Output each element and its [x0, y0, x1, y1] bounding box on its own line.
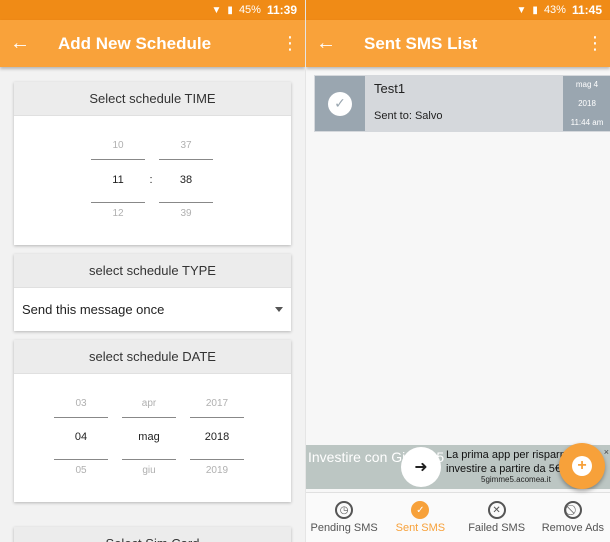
year-selected[interactable]: 2018	[190, 431, 244, 443]
month-selected[interactable]: mag	[122, 431, 176, 443]
nav-remove-ads[interactable]: ⃠ Remove Ads	[535, 493, 610, 542]
battery-icon: ▮	[532, 4, 538, 16]
status-bar: ▼ ▮ 43% 11:45	[306, 0, 610, 20]
nav-label: Remove Ads	[541, 522, 605, 534]
nav-label: Sent SMS	[395, 522, 446, 534]
hour-selected[interactable]: 11	[91, 174, 145, 186]
nav-failed-sms[interactable]: ✕ Failed SMS	[459, 493, 535, 542]
item-date: mag 4 2018 11:44 am	[563, 76, 610, 131]
type-card-header: select schedule TYPE	[14, 254, 291, 288]
item-title: Test1	[374, 81, 406, 96]
more-options-icon[interactable]: ⋮	[281, 33, 299, 54]
year-prev[interactable]: 2017	[190, 398, 244, 409]
month-picker[interactable]: apr mag giu	[122, 374, 176, 502]
minute-picker[interactable]: 37 38 39	[159, 116, 213, 244]
check-circle-icon: ✓	[411, 501, 430, 519]
year-next[interactable]: 2019	[190, 465, 244, 476]
picker-divider	[190, 417, 244, 418]
day-picker[interactable]: 03 04 05	[54, 374, 108, 502]
arrow-right-icon[interactable]: ➜	[401, 447, 441, 487]
add-schedule-screen: ▼ ▮ 45% 11:39 ← Add New Schedule ⋮ Selec…	[0, 0, 305, 542]
picker-divider	[122, 417, 176, 418]
minute-selected[interactable]: 38	[159, 174, 213, 186]
nav-sent-sms[interactable]: ✓ Sent SMS	[382, 493, 458, 542]
ad-url: 5gimme5.acomea.it	[481, 475, 551, 484]
list-item[interactable]: ✓ Test1 Sent to: Salvo mag 4 2018 11:44 …	[314, 75, 610, 132]
page-title: Add New Schedule	[58, 33, 212, 53]
picker-divider	[91, 159, 145, 160]
day-next[interactable]: 05	[54, 465, 108, 476]
picker-divider	[159, 202, 213, 203]
picker-divider	[91, 202, 145, 203]
picker-divider	[190, 459, 244, 460]
clock-time: 11:45	[571, 3, 602, 17]
schedule-type-value: Send this message once	[22, 301, 165, 317]
wifi-icon: ▼	[211, 4, 222, 16]
item-status: ✓	[315, 76, 365, 131]
item-date-day: mag 4	[575, 80, 599, 89]
day-selected[interactable]: 04	[54, 431, 108, 443]
hour-next[interactable]: 12	[91, 208, 145, 219]
schedule-time-card: Select schedule TIME 10 11 12 : 37 38 39	[14, 82, 291, 245]
back-arrow-icon[interactable]: ←	[10, 32, 38, 55]
sim-card-selector[interactable]: Select Sim Card	[14, 527, 291, 542]
year-picker[interactable]: 2017 2018 2019	[190, 374, 244, 502]
battery-icon: ▮	[227, 4, 233, 16]
clock-icon: ◷	[335, 501, 354, 519]
month-prev[interactable]: apr	[122, 398, 176, 409]
clock-time: 11:39	[266, 3, 297, 17]
picker-divider	[54, 417, 108, 418]
sim-card-header: Select Sim Card	[14, 527, 291, 542]
add-schedule-button[interactable]: +	[559, 443, 605, 489]
app-bar: ← Add New Schedule ⋮	[0, 20, 305, 67]
plus-icon: +	[572, 456, 592, 476]
cross-circle-icon: ✕	[487, 501, 506, 519]
picker-divider	[54, 459, 108, 460]
block-icon: ⃠	[563, 501, 582, 519]
check-icon: ✓	[328, 91, 352, 116]
schedule-date-card: select schedule DATE 03 04 05 apr mag gi…	[14, 340, 291, 502]
item-body: Test1 Sent to: Salvo	[366, 75, 563, 132]
item-date-year: 2018	[578, 99, 596, 108]
time-card-header: Select schedule TIME	[14, 82, 291, 116]
nav-pending-sms[interactable]: ◷ Pending SMS	[306, 493, 382, 542]
picker-divider	[159, 159, 213, 160]
wifi-icon: ▼	[516, 4, 527, 16]
close-icon[interactable]: ×	[604, 447, 609, 457]
battery-level: 45%	[238, 4, 261, 16]
app-bar: ← Sent SMS List ⋮	[306, 20, 610, 67]
day-prev[interactable]: 03	[54, 398, 108, 409]
hour-picker[interactable]: 10 11 12	[91, 116, 145, 244]
minute-next[interactable]: 39	[159, 208, 213, 219]
item-date-time: 11:44 am	[570, 118, 604, 127]
bottom-navigation: ◷ Pending SMS ✓ Sent SMS ✕ Failed SMS ⃠ …	[306, 492, 610, 542]
page-title: Sent SMS List	[364, 33, 478, 53]
dropdown-caret-icon	[275, 306, 283, 312]
hour-prev[interactable]: 10	[91, 140, 145, 151]
nav-label: Failed SMS	[468, 522, 526, 534]
schedule-type-card: select schedule TYPE Send this message o…	[14, 254, 291, 331]
month-next[interactable]: giu	[122, 465, 176, 476]
back-arrow-icon[interactable]: ←	[316, 32, 344, 55]
item-recipient: Sent to: Salvo	[374, 110, 443, 122]
time-separator: :	[149, 174, 153, 186]
more-options-icon[interactable]: ⋮	[586, 33, 604, 54]
minute-prev[interactable]: 37	[159, 140, 213, 151]
nav-label: Pending SMS	[310, 522, 378, 534]
status-bar: ▼ ▮ 45% 11:39	[0, 0, 305, 20]
schedule-type-dropdown[interactable]: Send this message once	[14, 288, 291, 330]
sent-sms-screen: ▼ ▮ 43% 11:45 ← Sent SMS List ⋮ ✓ Test1 …	[305, 0, 610, 542]
picker-divider	[122, 459, 176, 460]
date-card-header: select schedule DATE	[14, 340, 291, 374]
battery-level: 43%	[543, 4, 566, 16]
